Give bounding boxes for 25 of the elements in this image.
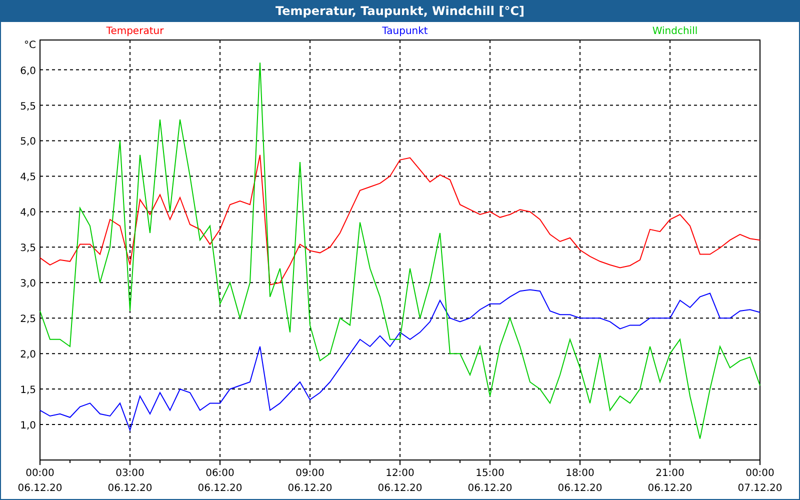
axis-tick-label: 15:00 06.12.20 [468,468,512,494]
axis-tick-label: 3,0 [20,278,36,290]
legend-label: Taupunkt [382,26,428,37]
axis-tick-label: 1,0 [20,420,36,432]
axis-tick-label: 3,5 [20,243,36,254]
axis-tick-label: 2,5 [20,314,36,326]
axis-tick-label: 18:00 06.12.20 [558,468,602,494]
legend-label: Temperatur [106,26,164,37]
axis-tick-label: 00:00 07.12.20 [738,468,782,494]
axis-tick-label: 1,5 [20,385,36,396]
window-title: Temperatur, Taupunkt, Windchill [°C] [1,1,799,22]
axis-tick-label: 2,0 [20,350,36,361]
axis-tick-label: 4,0 [20,208,36,219]
axis-tick-label: 4,5 [20,172,36,184]
axis-unit-label: °C [24,40,36,51]
legend-label: Windchill [652,26,698,37]
axis-tick-label: 00:00 06.12.20 [18,468,62,494]
axis-tick-label: 06:00 06.12.20 [198,468,242,494]
axis-tick-label: 5,5 [20,101,36,112]
axis-tick-label: 09:00 06.12.20 [288,468,332,494]
axis-tick-label: 21:00 06.12.20 [648,468,692,494]
axis-tick-label: 6,0 [20,66,36,77]
axis-tick-label: 03:00 06.12.20 [108,468,152,494]
axis-tick-label: 12:00 06.12.20 [378,468,422,494]
axis-tick-label: 5,0 [20,136,36,148]
